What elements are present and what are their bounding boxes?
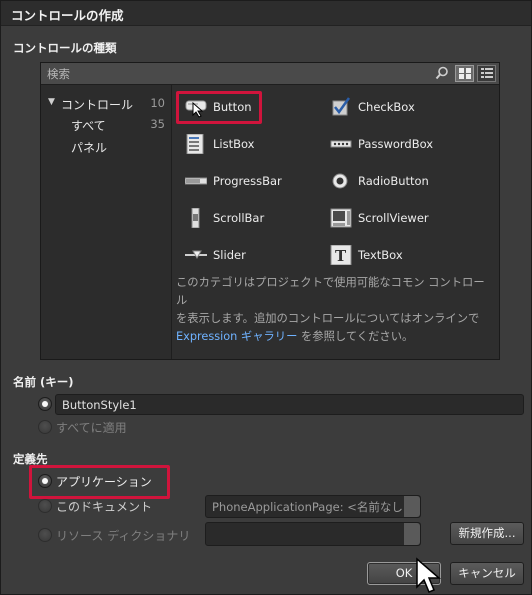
grid-view-icon — [459, 68, 471, 79]
tree-item-controls[interactable]: ▼ コントロール 10 — [41, 93, 171, 113]
apply-all-radio[interactable] — [38, 420, 52, 434]
control-item-label: Slider — [213, 248, 246, 262]
new-button[interactable]: 新規作成... — [450, 522, 524, 545]
control-item-label: PasswordBox — [358, 137, 434, 151]
control-item-passwordbox[interactable]: PasswordBox — [324, 130, 474, 158]
checkbox-icon — [332, 97, 351, 116]
cancel-button[interactable]: キャンセル — [450, 562, 524, 585]
control-item-slider[interactable]: Slider — [179, 241, 329, 269]
grid-view-button[interactable] — [455, 65, 474, 82]
document-option-label[interactable]: このドキュメント — [56, 498, 152, 515]
scrollviewer-icon — [330, 208, 352, 228]
tree-item-count: 10 — [150, 96, 165, 110]
control-item-textbox[interactable]: T TextBox — [324, 241, 474, 269]
name-value: ButtonStyle1 — [62, 398, 137, 412]
control-item-label: ScrollBar — [213, 211, 265, 225]
description-text: を参照してください。 — [297, 330, 414, 343]
resource-dictionary-label[interactable]: リソース ディクショナリ — [56, 527, 190, 544]
tree-item-panels[interactable]: パネル — [41, 136, 171, 156]
passwordbox-icon — [330, 140, 352, 148]
category-tree: ▼ コントロール 10 すべて 35 パネル — [41, 85, 172, 359]
document-select-value: PhoneApplicationPage: <名前なし> — [212, 500, 413, 514]
description-text: このカテゴリはプロジェクトで使用可能なコモン コントロール — [176, 276, 485, 307]
control-item-scrollbar[interactable]: ScrollBar — [179, 204, 329, 232]
dropdown-button[interactable] — [403, 496, 420, 517]
progressbar-icon — [185, 177, 207, 185]
name-field[interactable]: ButtonStyle1 — [55, 394, 524, 415]
control-item-radiobutton[interactable]: RadioButton — [324, 167, 474, 195]
control-item-label: RadioButton — [358, 174, 429, 188]
category-description: このカテゴリはプロジェクトで使用可能なコモン コントロール を表示します。追加の… — [176, 274, 494, 346]
search-icon — [435, 66, 448, 80]
dropdown-button[interactable] — [403, 523, 420, 545]
list-view-icon — [481, 68, 493, 78]
svg-text:T: T — [335, 247, 347, 265]
tree-item-all[interactable]: すべて 35 — [41, 114, 171, 134]
search-bar[interactable]: 検索 — [41, 63, 499, 85]
control-item-label: CheckBox — [358, 100, 415, 114]
tree-item-label: すべて — [71, 119, 106, 133]
scrollbar-icon — [191, 208, 200, 228]
tree-item-label: コントロール — [61, 98, 134, 112]
document-radio[interactable] — [38, 499, 52, 513]
description-text: を表示します。追加のコントロールについてはオンラインで — [176, 312, 480, 325]
search-input[interactable]: 検索 — [47, 66, 70, 82]
tree-item-label: パネル — [71, 141, 108, 155]
tree-item-count: 35 — [150, 117, 165, 131]
control-item-label: ProgressBar — [213, 174, 282, 188]
mouse-pointer-icon — [192, 102, 204, 118]
control-item-label: TextBox — [358, 248, 403, 262]
create-control-dialog: コントロールの作成 コントロールの種類 検索 ▼ コントロール 10 すべて 3… — [0, 0, 532, 595]
application-radio[interactable] — [38, 474, 52, 488]
list-view-button[interactable] — [477, 65, 496, 82]
control-type-label: コントロールの種類 — [13, 41, 117, 55]
slider-icon — [185, 250, 207, 260]
gallery-link[interactable]: Expression ギャラリー — [176, 330, 297, 343]
title-bar: コントロールの作成 — [1, 1, 531, 26]
control-item-scrollviewer[interactable]: ScrollViewer — [324, 204, 474, 232]
control-item-checkbox[interactable]: CheckBox — [324, 93, 474, 121]
mouse-pointer-icon — [416, 557, 441, 593]
window-title: コントロールの作成 — [11, 8, 124, 23]
control-item-listbox[interactable]: ListBox — [179, 130, 329, 158]
apply-all-label: すべてに適用 — [56, 421, 127, 435]
textbox-icon: T — [330, 245, 352, 265]
control-item-label: ListBox — [213, 137, 255, 151]
document-select[interactable]: PhoneApplicationPage: <名前なし> — [205, 495, 421, 518]
control-item-progressbar[interactable]: ProgressBar — [179, 167, 329, 195]
resource-dictionary-radio[interactable] — [38, 528, 52, 542]
listbox-icon — [186, 134, 204, 154]
name-key-label: 名前 (キー) — [13, 375, 74, 389]
application-option-label[interactable]: アプリケーション — [56, 473, 152, 490]
resource-dictionary-select[interactable] — [205, 522, 421, 546]
selected-highlight — [176, 91, 262, 124]
name-radio[interactable] — [38, 397, 52, 411]
radiobutton-icon — [332, 173, 348, 189]
expand-arrow-icon[interactable]: ▼ — [48, 97, 55, 107]
control-item-label: ScrollViewer — [358, 211, 429, 225]
